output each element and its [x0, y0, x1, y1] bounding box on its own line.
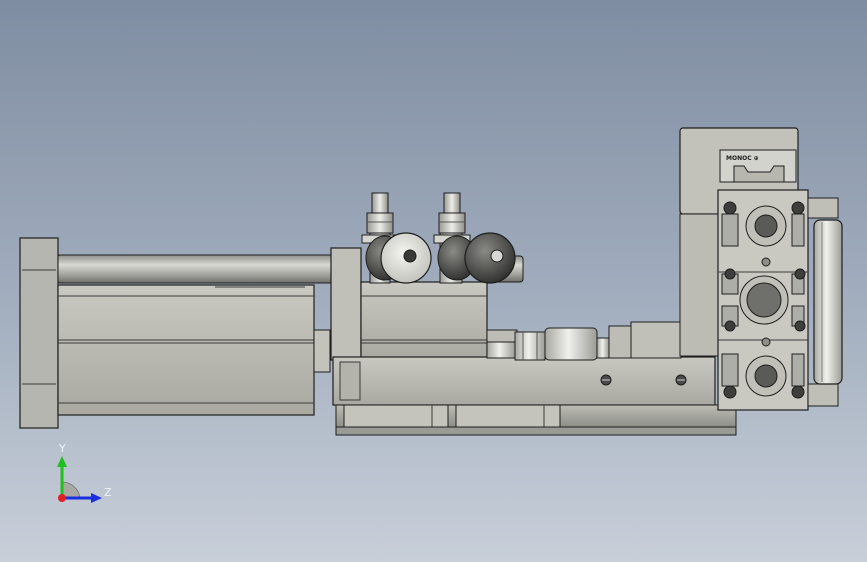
y-axis-label: Y [58, 442, 66, 455]
guide-rod[interactable] [57, 254, 335, 284]
cylinder-barrel[interactable] [57, 284, 315, 416]
plate-label: MONOC ⊕ [726, 155, 759, 162]
cylinder-nose [313, 329, 331, 373]
end-cap-left[interactable] [19, 237, 59, 429]
main-cylinder[interactable] [19, 237, 335, 429]
shaft-coupling[interactable] [486, 321, 682, 361]
mounting-plate[interactable] [717, 189, 809, 411]
assembly-model[interactable]: MONOC ⊕ [0, 0, 867, 562]
z-axis-label: Z [104, 486, 112, 499]
coordinate-triad: Y Z [57, 442, 112, 503]
base-slide[interactable] [332, 356, 737, 436]
adjust-knob-right[interactable] [437, 232, 516, 284]
adjust-knob-left[interactable] [365, 232, 432, 284]
x-axis-dot [58, 494, 66, 502]
cad-viewport[interactable]: MONOC ⊕ Y Z [0, 0, 867, 562]
side-roller[interactable] [807, 197, 843, 407]
